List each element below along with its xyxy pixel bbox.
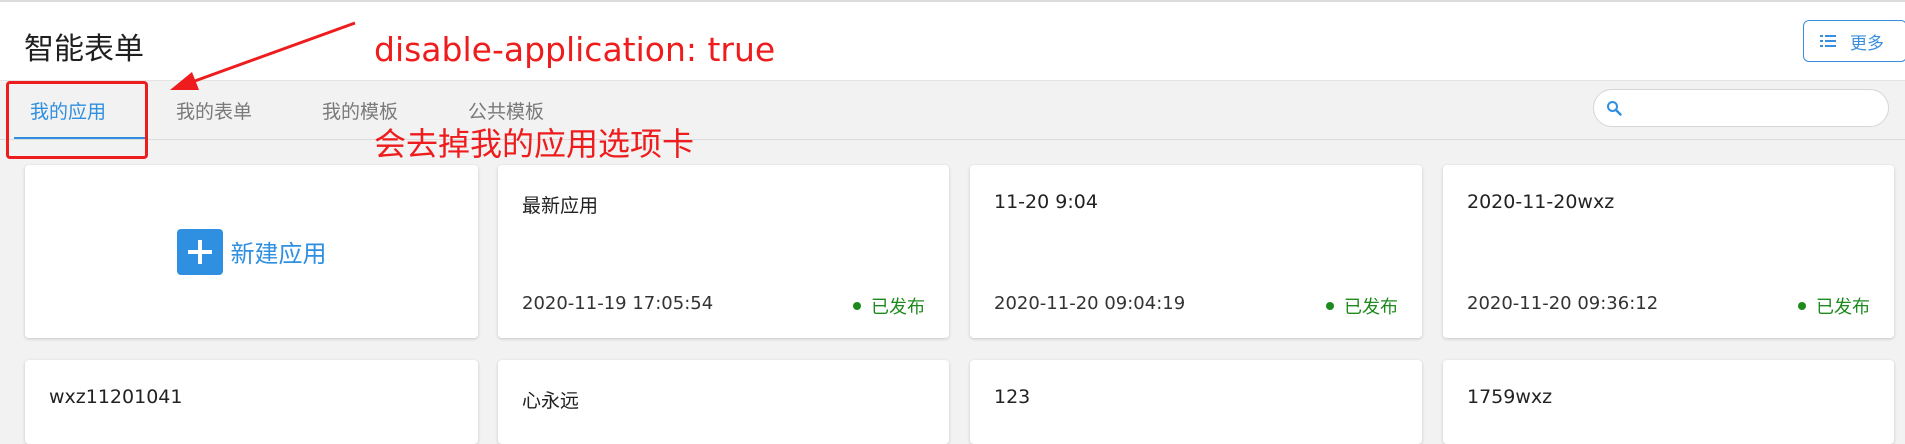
app-timestamp: 2020-11-19 17:05:54 xyxy=(522,293,714,314)
app-card[interactable]: 心永远 xyxy=(498,360,949,444)
app-title: 2020-11-20wxz xyxy=(1467,191,1615,213)
app-title: wxz11201041 xyxy=(49,386,183,408)
app-card[interactable]: 最新应用 2020-11-19 17:05:54 已发布 xyxy=(498,165,949,338)
app-card[interactable]: 2020-11-20wxz 2020-11-20 09:36:12 已发布 xyxy=(1443,165,1894,338)
status-label: 已发布 xyxy=(1816,297,1870,318)
annotation-note-text: 会去掉我的应用选项卡 xyxy=(374,125,695,163)
status-dot-icon xyxy=(1326,302,1334,310)
status-badge: 已发布 xyxy=(853,293,925,319)
status-badge: 已发布 xyxy=(1326,293,1398,319)
annotation-arrow-icon xyxy=(170,21,356,90)
more-button[interactable]: 更多 xyxy=(1803,20,1905,62)
new-app-card[interactable]: 新建应用 xyxy=(25,165,478,338)
tab-my-forms[interactable]: 我的表单 xyxy=(176,97,252,124)
plus-icon xyxy=(176,228,223,275)
app-title: 心永远 xyxy=(522,390,580,412)
status-dot-icon xyxy=(1798,302,1806,310)
app-title: 11-20 9:04 xyxy=(994,191,1098,213)
search-input[interactable] xyxy=(1630,94,1882,124)
annotation-config-text: disable-application: true xyxy=(374,30,776,69)
app-card[interactable]: 123 xyxy=(970,360,1422,444)
more-label: 更多 xyxy=(1850,33,1884,54)
app-timestamp: 2020-11-20 09:04:19 xyxy=(994,293,1186,314)
app-title: 123 xyxy=(994,386,1031,408)
new-app-label: 新建应用 xyxy=(230,240,327,268)
status-label: 已发布 xyxy=(871,297,925,318)
app-timestamp: 2020-11-20 09:36:12 xyxy=(1467,293,1659,314)
status-badge: 已发布 xyxy=(1798,293,1870,319)
app-title: 最新应用 xyxy=(522,195,599,217)
search-icon xyxy=(1607,101,1622,116)
app-card[interactable]: 1759wxz xyxy=(1443,360,1894,444)
app-card[interactable]: wxz11201041 xyxy=(25,360,478,444)
app-title: 1759wxz xyxy=(1467,386,1553,408)
list-icon xyxy=(1820,35,1836,47)
status-label: 已发布 xyxy=(1344,297,1398,318)
search-box[interactable] xyxy=(1593,89,1889,127)
status-dot-icon xyxy=(853,302,861,310)
app-card[interactable]: 11-20 9:04 2020-11-20 09:04:19 已发布 xyxy=(970,165,1422,338)
